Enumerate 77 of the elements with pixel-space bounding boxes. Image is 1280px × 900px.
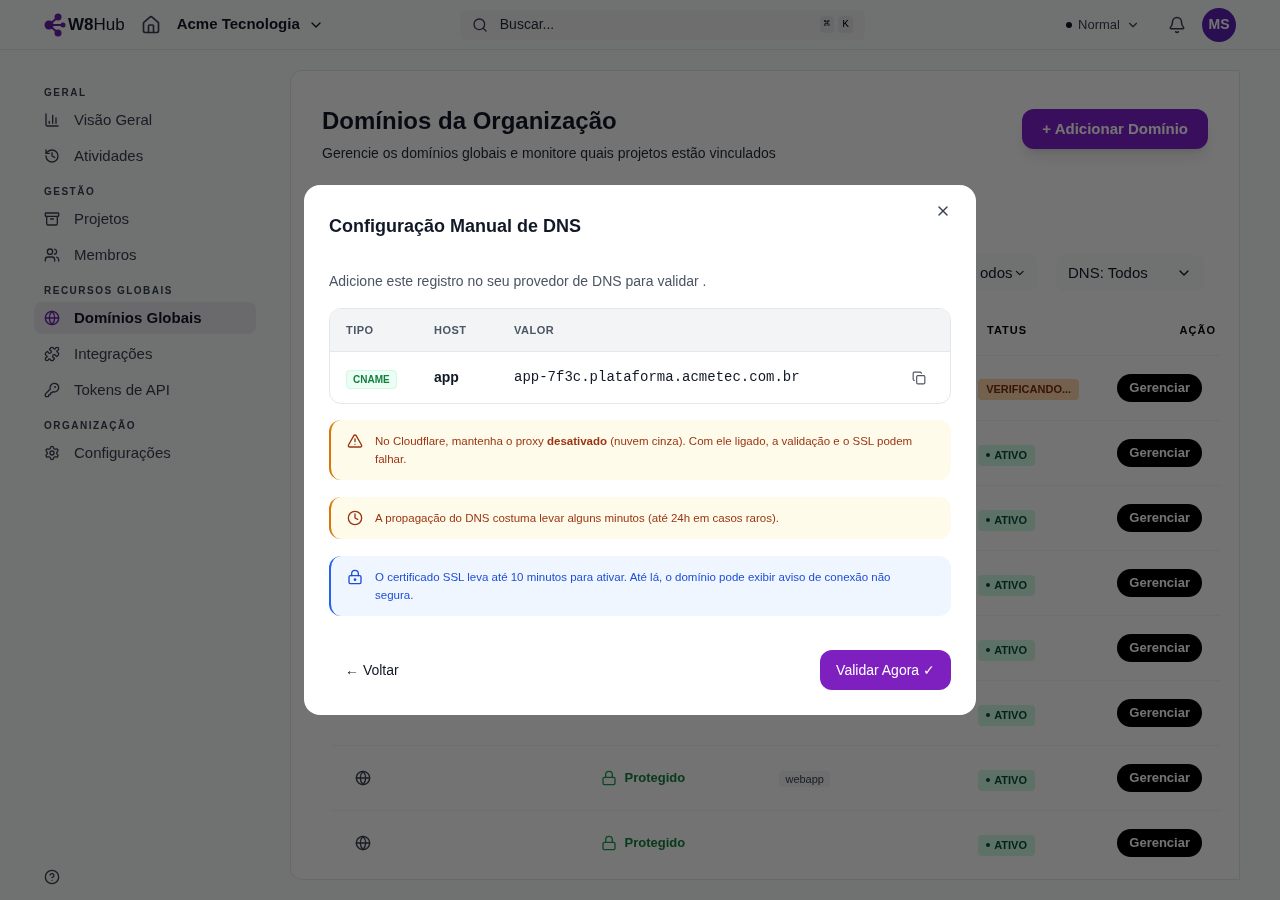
globe-icon <box>44 310 60 326</box>
manage-button[interactable]: Gerenciar <box>1117 634 1202 662</box>
section-label: RECURSOS GLOBAIS <box>43 284 174 298</box>
record-value: app-7f3c.plataforma.acmetec.com.br <box>514 368 800 387</box>
dialog-intro: Adicione este registro no seu provedor de DNS para validar . <box>329 272 708 291</box>
column-header: AÇÃO <box>1179 322 1216 338</box>
manage-button[interactable]: Gerenciar <box>1117 439 1202 467</box>
validate-button[interactable]: Validar Agora ✓ <box>820 650 951 690</box>
history-icon <box>44 148 60 164</box>
clock-icon <box>347 510 363 526</box>
users-icon <box>44 247 60 263</box>
page-title: Domínios da Organização <box>322 106 618 136</box>
logo-icon <box>44 12 66 37</box>
page-subtitle: Gerencie os domínios globais e monitore quais projetos estão vinculados <box>322 144 776 163</box>
manage-button[interactable]: Gerenciar <box>1117 569 1202 597</box>
key-icon <box>44 382 60 398</box>
search-input[interactable]: Buscar... <box>499 14 808 35</box>
org-switcher[interactable]: Acme Tecnologia <box>176 13 324 36</box>
manage-button[interactable]: Gerenciar <box>1117 699 1202 727</box>
notifications-icon[interactable] <box>1168 15 1186 34</box>
status-badge: ATIVO <box>978 575 1035 596</box>
section-label: GESTÃO <box>43 184 97 199</box>
section-label: ORGANIZAÇÃO <box>43 418 138 433</box>
settings-icon <box>44 445 60 461</box>
manage-button[interactable]: Gerenciar <box>1117 829 1202 857</box>
puzzle-icon <box>44 346 60 362</box>
brand-name: W8Hub <box>68 13 125 36</box>
help-icon[interactable] <box>44 869 60 885</box>
sidebar-item[interactable]: Tokens de API <box>34 374 256 406</box>
globe-icon <box>355 770 371 786</box>
sidebar-item[interactable]: Membros <box>34 239 256 271</box>
record-type-tag: CNAME <box>346 369 397 389</box>
sidebar-item[interactable]: Projetos <box>34 203 256 235</box>
copy-icon[interactable] <box>912 370 926 385</box>
lock-icon <box>347 569 363 585</box>
chart-icon <box>44 112 60 128</box>
status-badge: ATIVO <box>978 510 1035 531</box>
archive-icon <box>44 211 60 227</box>
sidebar-item[interactable]: Configurações <box>34 437 256 469</box>
warning-icon <box>347 433 363 449</box>
status-badge: ATIVO <box>978 770 1035 791</box>
status-badge: ATIVO <box>978 835 1035 856</box>
back-button[interactable]: ← Voltar <box>329 650 415 690</box>
column-header: VALOR <box>514 322 555 338</box>
alert-text: O certificado SSL leva até 10 minutos para ativar. Até lá, o domínio pode exibir aviso de conexão não segura. <box>375 570 892 603</box>
shortcut-key: K <box>838 16 853 33</box>
status-badge: ATIVO <box>978 705 1035 726</box>
sidebar-item[interactable]: Integrações <box>34 338 256 370</box>
section-label: GERAL <box>43 86 88 100</box>
alert-text: A propagação do DNS costuma levar alguns minutos (até 24h em casos raros). <box>375 511 779 526</box>
dialog-title: Configuração Manual de DNS <box>329 215 582 238</box>
status-badge: ATIVO <box>978 445 1035 466</box>
ssl-status: Protegido <box>624 834 686 853</box>
alert-text: No Cloudflare, mantenha o proxy desativado (nuvem cinza). Com ele ligado, a validação e o SSL podem falhar. <box>375 434 914 467</box>
globe-icon <box>355 835 371 851</box>
add-domain-button[interactable]: + Adicionar Domínio <box>1022 109 1208 149</box>
sidebar-item[interactable]: Visão Geral <box>34 104 256 136</box>
project-tag: webapp <box>779 771 830 787</box>
column-header: TATUS <box>987 322 1028 338</box>
column-header: TIPO <box>346 322 375 338</box>
lock-icon <box>600 770 617 786</box>
search-icon <box>471 16 488 33</box>
shortcut-key: ⌘ <box>819 16 835 33</box>
manage-button[interactable]: Gerenciar <box>1117 504 1202 532</box>
user-avatar[interactable]: MS <box>1202 7 1236 42</box>
sidebar-item[interactable]: Domínios Globais <box>34 302 256 334</box>
ssl-status: Protegido <box>624 769 686 788</box>
record-host: app <box>434 368 460 387</box>
lock-icon <box>600 835 617 851</box>
status-selector[interactable]: Normal <box>1066 14 1140 35</box>
sidebar-item[interactable]: Atividades <box>34 140 256 172</box>
column-header: HOST <box>434 322 468 338</box>
manage-button[interactable]: Gerenciar <box>1117 374 1202 402</box>
status-badge: VERIFICANDO... <box>978 379 1080 400</box>
status-badge: ATIVO <box>978 640 1035 661</box>
manage-button[interactable]: Gerenciar <box>1117 764 1202 792</box>
home-icon[interactable] <box>140 14 161 35</box>
